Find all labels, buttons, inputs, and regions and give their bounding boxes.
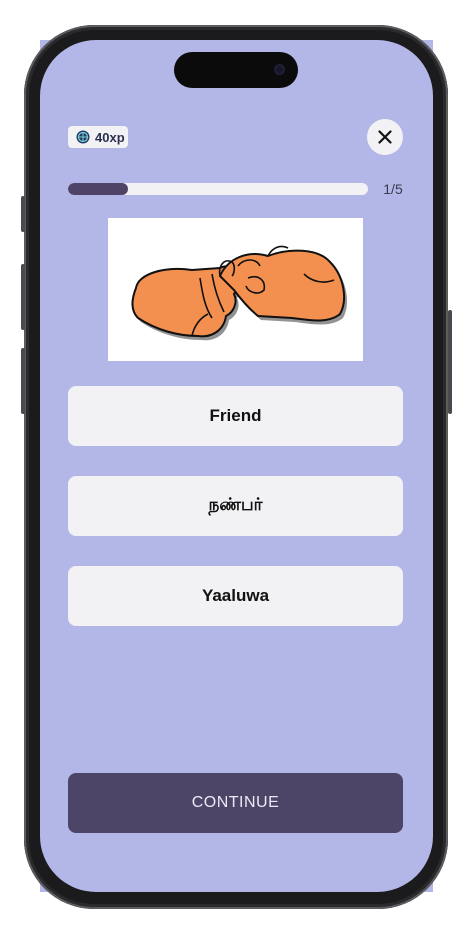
app-screen [40, 40, 433, 892]
progress-count: 1/5 [383, 181, 403, 197]
option-button[interactable]: Yaaluwa [68, 566, 403, 626]
continue-label: CONTINUE [191, 794, 280, 811]
sign-image [108, 218, 363, 361]
volume-up-button [21, 264, 25, 330]
close-button[interactable] [367, 119, 403, 155]
option-button[interactable]: நண்பர் [68, 476, 403, 536]
volume-down-button [21, 348, 25, 414]
xp-badge: 40xp [68, 126, 128, 148]
option-label: Friend [209, 406, 262, 425]
progress-bar [68, 183, 368, 195]
close-icon [378, 130, 392, 144]
front-camera [274, 64, 285, 75]
option-label: Yaaluwa [201, 586, 270, 605]
globe-badge-icon [76, 130, 90, 144]
progress-fill [68, 183, 128, 195]
power-button [448, 310, 452, 414]
hand-sign-icon [131, 245, 348, 341]
continue-button[interactable]: CONTINUE [68, 773, 403, 833]
xp-label: 40xp [95, 129, 125, 145]
action-button [21, 196, 25, 232]
option-button[interactable]: Friend [68, 386, 403, 446]
option-label: நண்பர் [208, 495, 263, 514]
